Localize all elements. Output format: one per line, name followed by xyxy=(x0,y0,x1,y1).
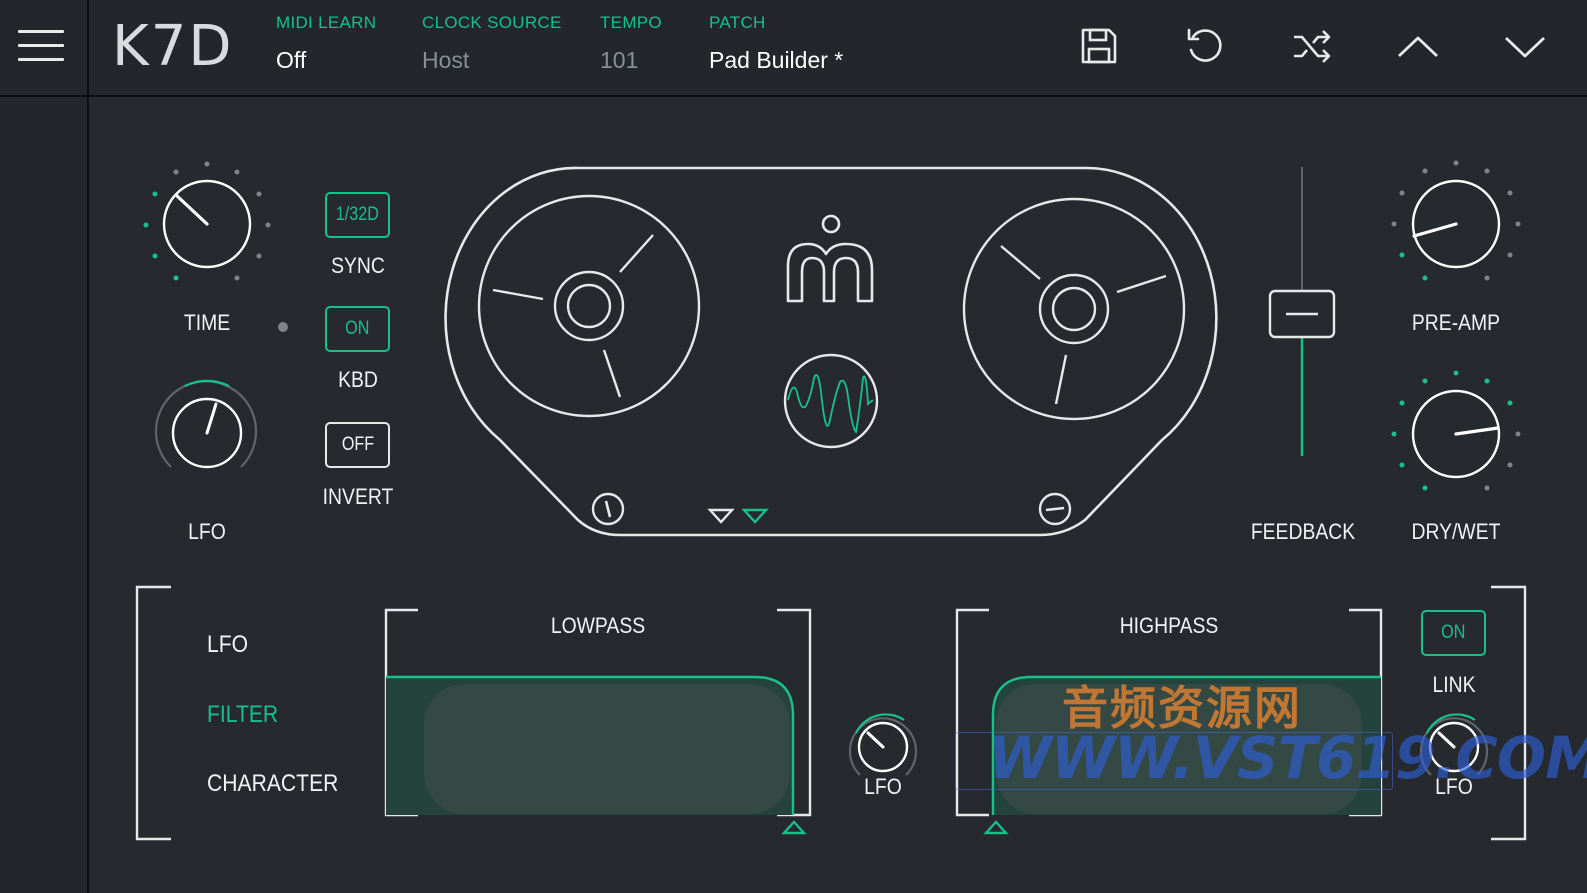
right-tension-icon[interactable] xyxy=(1038,492,1072,526)
left-tension-icon[interactable] xyxy=(591,492,625,526)
indicator-dot xyxy=(278,322,288,332)
feedback-label: FEEDBACK xyxy=(1250,519,1356,544)
kbd-label: KBD xyxy=(338,367,378,392)
play-reverse-icon[interactable] xyxy=(707,508,735,524)
time-knob[interactable] xyxy=(143,161,271,281)
play-forward-icon[interactable] xyxy=(741,508,769,524)
right-reel xyxy=(962,197,1186,421)
lowpass-label: LOWPASS xyxy=(550,613,646,638)
sync-button[interactable]: 1/32D xyxy=(325,192,390,238)
pre-amp-knob[interactable] xyxy=(1391,160,1521,281)
left-reel xyxy=(477,194,701,418)
sync-value: 1/32D xyxy=(335,204,380,225)
dry-wet-label: DRY/WET xyxy=(1411,519,1501,544)
filter-lfo-label: LFO xyxy=(864,774,902,799)
lfo-label: LFO xyxy=(188,519,226,544)
invert-value: OFF xyxy=(341,434,374,455)
lowpass-display[interactable] xyxy=(384,608,812,835)
invert-label: INVERT xyxy=(322,484,394,509)
menu-item-lfo[interactable]: LFO xyxy=(207,631,248,659)
brand-mark-icon xyxy=(786,214,874,303)
oscilloscope-display xyxy=(783,353,879,449)
menu-item-character[interactable]: CHARACTER xyxy=(207,770,338,798)
time-label: TIME xyxy=(183,310,231,335)
menu-item-filter[interactable]: FILTER xyxy=(207,701,278,729)
kbd-value: ON xyxy=(345,318,370,339)
bottom-panel-bracket-right xyxy=(1491,585,1527,841)
link-button[interactable]: ON xyxy=(1421,610,1486,656)
pre-amp-label: PRE-AMP xyxy=(1411,310,1501,335)
bottom-panel-bracket-left xyxy=(135,585,171,841)
link-value: ON xyxy=(1441,622,1466,643)
watermark-text-url: WWW.VST619.COM xyxy=(988,724,1587,792)
highpass-label: HIGHPASS xyxy=(1119,613,1219,638)
filter-lfo-knob[interactable] xyxy=(848,713,918,776)
link-label: LINK xyxy=(1432,672,1476,697)
tape-machine-outline xyxy=(444,166,1218,537)
feedback-slider[interactable] xyxy=(1268,167,1336,456)
lfo-depth-knob[interactable] xyxy=(154,379,258,469)
kbd-button[interactable]: ON xyxy=(325,306,390,352)
invert-button[interactable]: OFF xyxy=(325,422,390,468)
sync-label: SYNC xyxy=(331,253,385,278)
dry-wet-knob[interactable] xyxy=(1391,370,1521,491)
